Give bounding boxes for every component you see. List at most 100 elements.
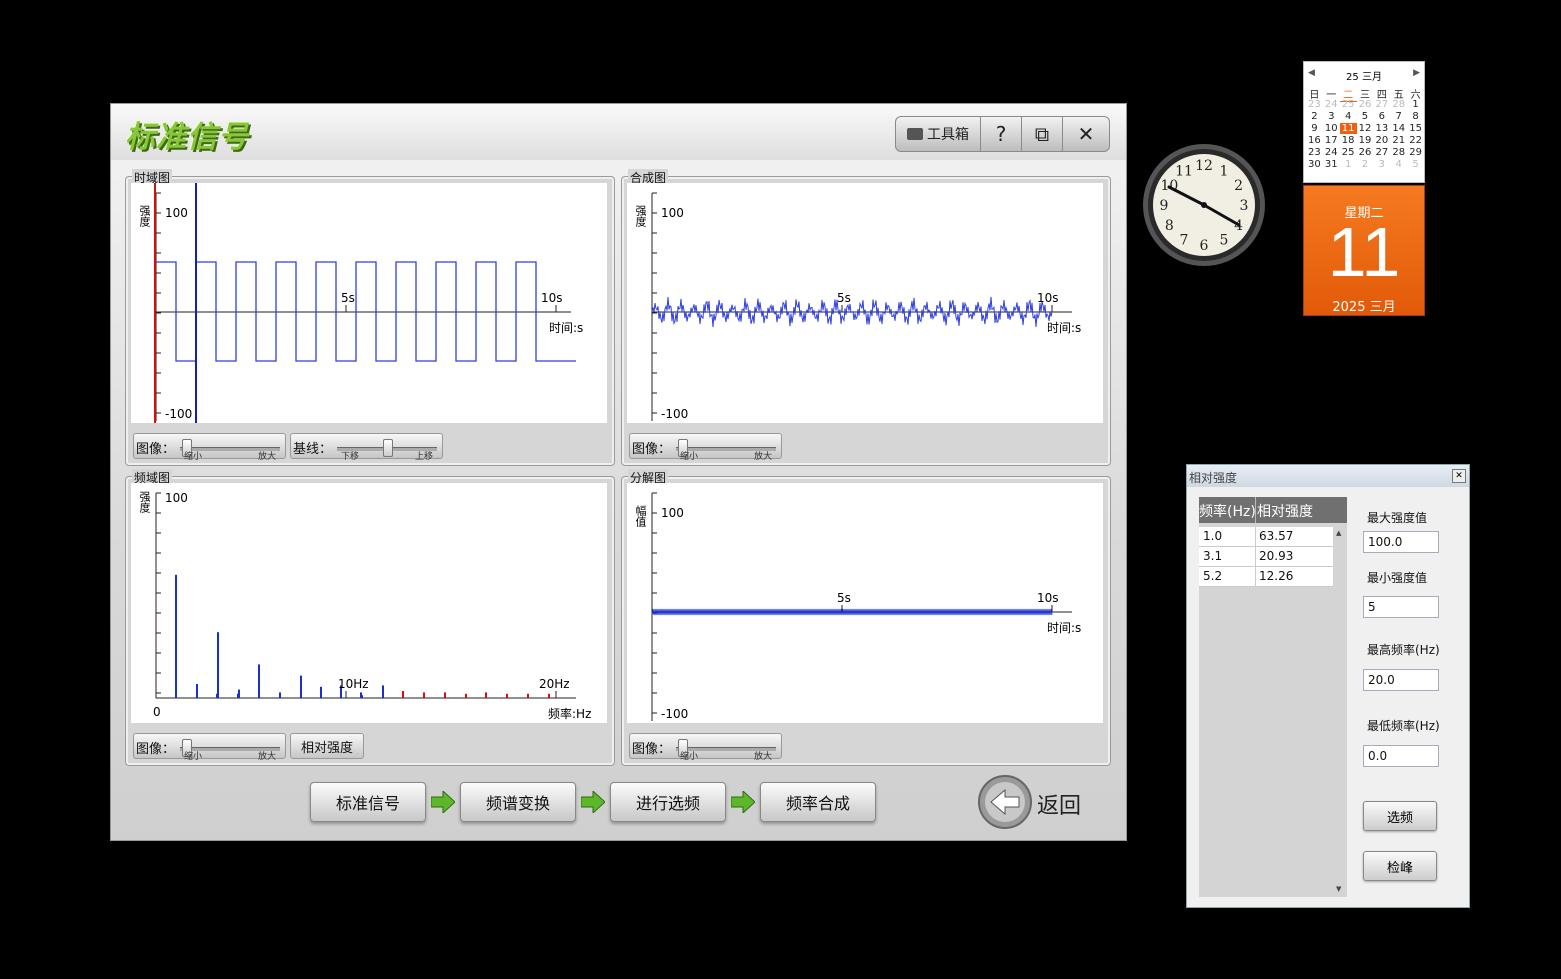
clock-numeral: 5 (1220, 233, 1229, 249)
calendar-day[interactable]: 4 (1390, 159, 1407, 170)
select-frequency-button[interactable]: 选频 (1363, 801, 1437, 831)
relative-intensity-button[interactable]: 相对强度 (290, 733, 364, 759)
calendar-day[interactable]: 27 (1373, 147, 1390, 158)
intensity-cell: 63.57 (1259, 529, 1294, 543)
day-number: 11 (1327, 213, 1401, 291)
zoom-max-label: 放大 (257, 452, 276, 462)
calendar-day[interactable]: 23 (1306, 99, 1323, 110)
zoom-min-label: 缩小 (680, 452, 699, 462)
calendar-day[interactable]: 11 (1339, 123, 1357, 134)
intensity-cell: 12.26 (1259, 569, 1294, 583)
peak-detect-button[interactable]: 检峰 (1363, 851, 1437, 881)
baseline-slider-thumb[interactable] (383, 439, 393, 457)
zoom-slider[interactable]: 缩小 放大 (676, 737, 776, 762)
calendar-day[interactable]: 12 (1357, 123, 1374, 134)
calendar-day[interactable]: 7 (1390, 111, 1407, 122)
x-tick-5s: 5s (837, 591, 851, 605)
x-tick-10hz: 10Hz (338, 677, 369, 691)
calendar-day[interactable]: 13 (1373, 123, 1390, 134)
calendar-day[interactable]: 18 (1340, 135, 1357, 146)
table-row[interactable]: 5.2 12.26 (1199, 567, 1333, 587)
calendar-day[interactable]: 5 (1357, 111, 1374, 122)
zoom-slider[interactable]: 缩小 放大 (180, 437, 280, 462)
calendar-day[interactable]: 4 (1340, 111, 1357, 122)
calendar-day[interactable]: 25 (1340, 147, 1357, 158)
zoom-slider[interactable]: 缩小 放大 (676, 437, 776, 462)
calendar-day[interactable]: 9 (1306, 123, 1323, 134)
calendar-day[interactable]: 26 (1357, 99, 1374, 110)
step-standard-signal-button[interactable]: 标准信号 (310, 782, 426, 822)
calendar-day[interactable]: 31 (1323, 159, 1340, 170)
toolbox-label: 工具箱 (927, 127, 969, 143)
calendar-day[interactable]: 17 (1323, 135, 1340, 146)
table-row[interactable]: 1.0 63.57 (1199, 527, 1333, 547)
restore-button[interactable]: ⧉ (1021, 116, 1063, 152)
decomposition-plot[interactable]: 幅值 100 -100 5s 10s 时间:s (627, 483, 1103, 723)
clock-numeral: 9 (1160, 198, 1169, 214)
zoom-slider[interactable]: 缩小 放大 (180, 737, 280, 762)
month-year-label: 2025 三月 (1332, 300, 1396, 315)
zoom-min-label: 缩小 (680, 752, 699, 762)
help-button[interactable]: ? (980, 116, 1022, 152)
x-origin-label: 0 (153, 705, 161, 719)
scroll-down-icon[interactable]: ▼ (1336, 885, 1341, 893)
step-select-frequency-button[interactable]: 进行选频 (610, 782, 726, 822)
max-intensity-input[interactable]: 100.0 (1363, 531, 1439, 553)
dialog-close-icon[interactable]: ✕ (1452, 469, 1466, 483)
calendar-day[interactable]: 8 (1407, 111, 1424, 122)
calendar-day[interactable]: 28 (1390, 147, 1407, 158)
calendar-day[interactable]: 10 (1323, 123, 1340, 134)
restore-icon: ⧉ (1034, 122, 1050, 146)
back-button[interactable]: 返回 (977, 774, 1097, 830)
calendar-day[interactable]: 15 (1407, 123, 1424, 134)
close-button[interactable]: ✕ (1062, 116, 1110, 152)
calendar-day[interactable]: 23 (1306, 147, 1323, 158)
calendar-day[interactable]: 24 (1323, 99, 1340, 110)
min-intensity-label: 最小强度值 (1367, 571, 1428, 585)
image-zoom-control: 图像： 缩小 放大 (629, 733, 782, 762)
zoom-max-label: 放大 (753, 452, 772, 462)
calendar-day[interactable]: 14 (1390, 123, 1407, 134)
calendar-day[interactable]: 21 (1390, 135, 1407, 146)
calendar-day[interactable]: 1 (1340, 159, 1357, 170)
image-label: 图像： (136, 442, 176, 457)
calendar-day[interactable]: 2 (1306, 111, 1323, 122)
calendar-day[interactable]: 29 (1407, 147, 1424, 158)
calendar-day[interactable]: 2 (1357, 159, 1374, 170)
calendar-day[interactable]: 19 (1357, 135, 1374, 146)
calendar-day[interactable]: 28 (1390, 99, 1407, 110)
calendar-day[interactable]: 6 (1373, 111, 1390, 122)
calendar-day[interactable]: 22 (1407, 135, 1424, 146)
max-frequency-input[interactable]: 20.0 (1363, 669, 1439, 691)
time-domain-plot[interactable]: 强度 100 -100 5s 10s 时间:s (131, 183, 607, 423)
step-frequency-synthesis-button[interactable]: 频率合成 (760, 782, 876, 822)
calendar-day[interactable]: 20 (1373, 135, 1390, 146)
step-spectrum-transform-button[interactable]: 频谱变换 (460, 782, 576, 822)
y-max-label: 100 (661, 506, 684, 520)
table-row[interactable]: 3.1 20.93 (1199, 547, 1333, 567)
calendar-day[interactable]: 16 (1306, 135, 1323, 146)
calendar-day[interactable]: 1 (1407, 99, 1424, 110)
calendar-day[interactable]: 5 (1407, 159, 1424, 170)
composite-plot[interactable]: 强度 100 -100 5s 10s 时间:s (627, 183, 1103, 423)
min-intensity-input[interactable]: 5 (1363, 596, 1439, 618)
calendar-day[interactable]: 27 (1373, 99, 1390, 110)
image-label: 图像： (632, 742, 672, 757)
frequency-domain-plot[interactable]: 强度 100 0 10Hz 20Hz 频率:Hz (131, 483, 607, 723)
baseline-slider[interactable]: 下移 上移 (337, 437, 437, 462)
table-scrollbar[interactable]: ▲ ▼ (1333, 525, 1347, 897)
clock-numeral: 2 (1234, 178, 1243, 194)
table-header: 频率(Hz) 相对强度 (1199, 497, 1347, 523)
min-frequency-input[interactable]: 0.0 (1363, 745, 1439, 767)
calendar-day[interactable]: 26 (1357, 147, 1374, 158)
calendar-day[interactable]: 3 (1323, 111, 1340, 122)
calendar-day[interactable]: 25 (1340, 99, 1357, 110)
y-min-label: -100 (165, 407, 193, 421)
calendar-day[interactable]: 3 (1373, 159, 1390, 170)
calendar-day[interactable]: 30 (1306, 159, 1323, 170)
next-month-icon[interactable]: ▶ (1413, 68, 1420, 78)
image-label: 图像： (136, 742, 176, 757)
scroll-up-icon[interactable]: ▲ (1336, 529, 1341, 537)
toolbox-button[interactable]: 工具箱 (895, 116, 981, 152)
calendar-day[interactable]: 24 (1323, 147, 1340, 158)
